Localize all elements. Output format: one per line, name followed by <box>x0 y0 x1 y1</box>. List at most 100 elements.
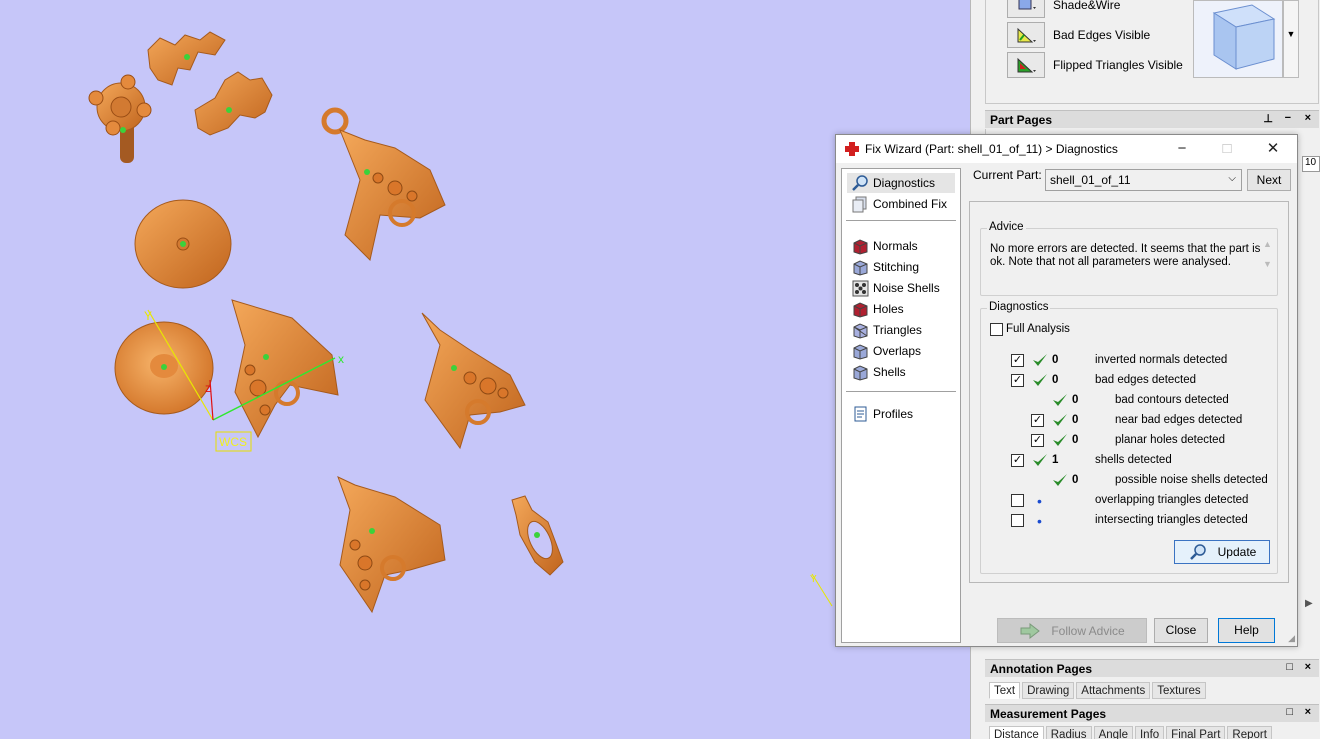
tab-radius[interactable]: Radius <box>1045 726 1092 739</box>
nav-item-stitching[interactable]: Stitching <box>851 257 919 277</box>
fix-wizard-dialog: Fix Wizard (Part: shell_01_of_11) > Diag… <box>835 134 1298 647</box>
3d-viewport[interactable]: x Y z WCS Y <box>0 0 970 739</box>
normals-icon <box>853 239 868 255</box>
measurement-pages-header: Measurement Pages □ × <box>985 704 1319 722</box>
nav-item-holes[interactable]: Holes <box>851 299 904 319</box>
chevron-down-icon: ⌵ <box>1228 173 1236 184</box>
follow-advice-button[interactable]: Follow Advice <box>997 618 1147 643</box>
maximize-icon[interactable]: □ <box>1286 706 1293 718</box>
diagnostic-count: 0 <box>1072 474 1079 486</box>
close-window-button[interactable]: ✕ <box>1258 139 1288 159</box>
annotation-tabs: Text Drawing Attachments Textures <box>989 682 1206 699</box>
flipped-triangles-icon[interactable] <box>1007 52 1045 78</box>
diagnostic-label: bad edges detected <box>1095 374 1197 386</box>
diagnostic-checkbox[interactable]: ✓ <box>1031 434 1044 447</box>
pin-icon[interactable]: ⊥ <box>1263 112 1273 125</box>
part-pendant-large[interactable] <box>321 107 446 261</box>
view-cube-scroll[interactable]: ▼ <box>1283 0 1299 78</box>
shade-wire-icon[interactable] <box>1007 0 1045 18</box>
nav-item-overlaps[interactable]: Overlaps <box>851 341 921 361</box>
tab-angle[interactable]: Angle <box>1093 726 1133 739</box>
nav-item-normals[interactable]: Normals <box>851 236 918 256</box>
part-gear-bracket-2[interactable] <box>194 71 273 136</box>
part-pages-value-partial: 10 <box>1302 156 1320 172</box>
close-icon[interactable]: × <box>1305 706 1311 718</box>
update-button[interactable]: Update <box>1174 540 1270 564</box>
advice-title: Advice <box>987 221 1026 233</box>
render-row-flipped-triangles[interactable]: Flipped Triangles Visible <box>1007 52 1183 78</box>
part-pendant-right[interactable] <box>421 312 526 450</box>
next-button[interactable]: Next <box>1247 169 1291 191</box>
resize-grip-icon[interactable]: ◢ <box>1288 633 1295 644</box>
nav-item-noise-shells[interactable]: Noise Shells <box>851 278 940 298</box>
maximize-icon[interactable]: □ <box>1286 661 1293 673</box>
part-flat-plate[interactable] <box>134 199 232 289</box>
pending-dot-icon: • <box>1037 513 1042 529</box>
advice-group: Advice No more errors are detected. It s… <box>980 221 1278 296</box>
part-pages-header: Part Pages ⊥ − × <box>985 110 1319 128</box>
corner-axis-indicator: Y <box>810 573 833 607</box>
maximize-button[interactable]: □ <box>1212 139 1242 159</box>
view-cube[interactable] <box>1193 0 1283 78</box>
nav-item-combined-fix[interactable]: Combined Fix <box>851 194 947 214</box>
view-cube-icon[interactable] <box>1194 1 1284 79</box>
diagnostic-checkbox[interactable]: ✓ <box>1011 454 1024 467</box>
part-prong-setting[interactable] <box>88 74 152 163</box>
tab-drawing[interactable]: Drawing <box>1022 682 1075 699</box>
current-part-value: shell_01_of_11 <box>1050 173 1131 187</box>
arrow-right-icon <box>1020 622 1041 639</box>
checkmark-icon <box>1033 354 1047 366</box>
axis-x-label: x <box>338 352 344 366</box>
diagnostic-count: 0 <box>1072 394 1079 406</box>
overlaps-icon <box>853 344 868 360</box>
tab-text[interactable]: Text <box>989 682 1021 699</box>
diagnostic-checkbox[interactable]: ✓ <box>1011 374 1024 387</box>
tab-info[interactable]: Info <box>1134 726 1165 739</box>
part-small-setting[interactable] <box>511 495 564 576</box>
current-part-label: Current Part: <box>973 168 1042 182</box>
tab-report[interactable]: Report <box>1227 726 1272 739</box>
part-pages-scroll-right[interactable]: ▶ <box>1305 598 1313 609</box>
diagnostic-checkbox[interactable]: ✓ <box>1011 354 1024 367</box>
diagnostic-label: near bad edges detected <box>1115 414 1243 426</box>
tab-distance[interactable]: Distance <box>989 726 1044 739</box>
diagnostic-checkbox[interactable]: ✓ <box>1031 414 1044 427</box>
render-row-bad-edges[interactable]: Bad Edges Visible <box>1007 22 1150 48</box>
tab-final-part[interactable]: Final Part <box>1166 726 1226 739</box>
annotation-pages-title: Annotation Pages <box>990 662 1093 676</box>
noise-shells-icon <box>852 280 869 297</box>
diagnostic-checkbox[interactable] <box>1011 514 1024 527</box>
diagnostic-count: 0 <box>1072 434 1079 446</box>
minimize-icon[interactable]: − <box>1285 112 1291 124</box>
nav-item-triangles[interactable]: Triangles <box>851 320 922 340</box>
dialog-titlebar[interactable]: Fix Wizard (Part: shell_01_of_11) > Diag… <box>836 135 1297 163</box>
stitching-icon <box>853 260 868 276</box>
full-analysis-checkbox[interactable] <box>990 323 1003 336</box>
bad-edges-icon[interactable] <box>1007 22 1045 48</box>
part-pendant-bottom[interactable] <box>337 476 446 614</box>
diagnostic-checkbox[interactable] <box>1011 494 1024 507</box>
part-pendant-center[interactable] <box>231 299 339 439</box>
scene-svg[interactable]: x Y z WCS Y <box>0 0 970 739</box>
tab-attachments[interactable]: Attachments <box>1076 682 1151 699</box>
magnifier-icon <box>852 175 868 191</box>
nav-item-shells[interactable]: Shells <box>851 362 906 382</box>
tab-textures[interactable]: Textures <box>1152 682 1206 699</box>
help-button[interactable]: Help <box>1218 618 1275 643</box>
diagnostic-count: 0 <box>1052 354 1059 366</box>
close-icon[interactable]: × <box>1305 661 1311 673</box>
nav-item-diagnostics[interactable]: Diagnostics <box>847 173 955 193</box>
close-icon[interactable]: × <box>1305 112 1311 124</box>
minimize-button[interactable]: − <box>1167 139 1197 159</box>
render-row-shade-wire[interactable]: Shade&Wire <box>1007 0 1120 18</box>
checkmark-icon <box>1033 454 1047 466</box>
diagnostic-count: 0 <box>1072 414 1079 426</box>
part-gear-bracket-1[interactable] <box>147 31 226 86</box>
holes-icon <box>853 302 868 318</box>
diagnostic-count: 1 <box>1052 454 1059 466</box>
part-disk[interactable] <box>114 321 214 415</box>
close-button[interactable]: Close <box>1154 618 1208 643</box>
advice-scrollbar[interactable]: ▲ ▼ <box>1260 239 1275 285</box>
nav-item-profiles[interactable]: Profiles <box>851 404 913 424</box>
current-part-select[interactable]: shell_01_of_11 ⌵ <box>1045 169 1242 191</box>
